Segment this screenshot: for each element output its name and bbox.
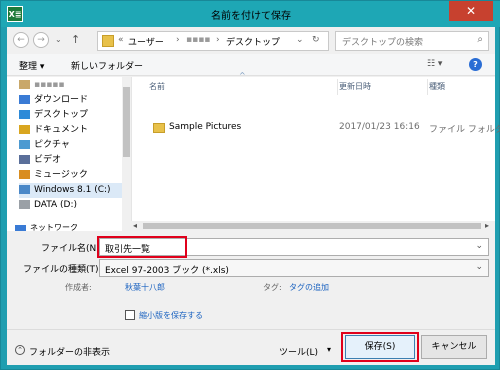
column-header-name[interactable]: 名前 xyxy=(149,81,165,92)
sidebar-item-pictures[interactable]: ピクチャ xyxy=(19,138,127,153)
file-name: Sample Pictures xyxy=(169,122,242,132)
sidebar-item-network[interactable]: ネットワーク xyxy=(15,224,123,232)
music-icon xyxy=(19,170,30,179)
folder-icon xyxy=(102,35,114,47)
filename-label: ファイル名(N): xyxy=(41,244,103,254)
chevron-down-icon[interactable]: ⌄ xyxy=(475,241,483,251)
up-button[interactable]: ↑ xyxy=(71,33,80,46)
breadcrumb-separator[interactable]: › xyxy=(176,35,180,45)
thumbnail-label[interactable]: 縮小版を保存する xyxy=(139,310,203,321)
sidebar-item-documents[interactable]: ドキュメント xyxy=(19,123,127,138)
forward-button[interactable]: → xyxy=(33,32,49,48)
column-header-modified[interactable]: 更新日時 xyxy=(339,81,371,92)
sidebar-item-desktop[interactable]: デスクトップ xyxy=(19,108,127,123)
scroll-left-icon[interactable]: ◂ xyxy=(133,221,137,230)
download-icon xyxy=(19,95,30,104)
tags-value[interactable]: タグの追加 xyxy=(289,282,329,293)
chevron-up-icon[interactable]: ⌃ xyxy=(15,345,25,355)
drive-icon xyxy=(19,200,30,209)
video-icon xyxy=(19,155,30,164)
close-button[interactable]: ✕ xyxy=(449,1,493,21)
file-type: ファイル フォルダー xyxy=(429,125,500,135)
user-folder-icon xyxy=(19,80,30,89)
desktop-icon xyxy=(19,110,30,119)
chevron-down-icon[interactable]: ⌄ xyxy=(55,35,62,44)
file-list-scrollbar-thumb[interactable] xyxy=(143,223,481,229)
new-folder-button[interactable]: 新しいフォルダー xyxy=(71,59,143,72)
filetype-select[interactable]: Excel 97-2003 ブック (*.xls) ⌄ xyxy=(99,259,489,277)
breadcrumb-username[interactable]: ▪▪▪▪ xyxy=(186,35,210,45)
file-modified: 2017/01/23 16:16 xyxy=(339,122,420,132)
breadcrumb-users[interactable]: ユーザー xyxy=(128,35,164,48)
scroll-right-icon[interactable]: ▸ xyxy=(485,221,489,230)
breadcrumb-separator[interactable]: › xyxy=(216,35,220,45)
network-icon xyxy=(15,224,26,231)
divider xyxy=(7,329,495,330)
dialog-body: ← → ⌄ ↑ « ユーザー › ▪▪▪▪ › デスクトップ ⌄ ↻ デスクトッ… xyxy=(7,27,500,365)
view-options-button[interactable]: ☷ ▾ xyxy=(427,59,442,69)
column-header-type[interactable]: 種類 xyxy=(429,81,445,92)
help-icon[interactable]: ? xyxy=(469,58,482,71)
sidebar-item-music[interactable]: ミュージック xyxy=(19,168,127,183)
chevron-down-icon[interactable]: ⌄ xyxy=(475,262,483,272)
search-icon[interactable]: ⌕ xyxy=(477,34,483,45)
refresh-icon[interactable]: ↻ xyxy=(312,35,320,45)
file-row[interactable]: Sample Pictures 2017/01/23 16:16 ファイル フォ… xyxy=(153,122,500,138)
author-label: 作成者: xyxy=(65,283,92,292)
document-icon xyxy=(19,125,30,134)
cancel-button[interactable]: キャンセル xyxy=(421,335,487,359)
address-bar[interactable]: « ユーザー › ▪▪▪▪ › デスクトップ ⌄ ↻ xyxy=(97,31,329,51)
address-dropdown-icon[interactable]: ⌄ xyxy=(296,35,304,45)
tools-button[interactable]: ツール(L) xyxy=(279,345,318,358)
organize-button[interactable]: 整理 ▾ xyxy=(19,59,44,72)
sidebar-item-drive-d[interactable]: DATA (D:) xyxy=(19,198,127,213)
file-list xyxy=(131,77,495,221)
highlight-save xyxy=(341,332,419,362)
sidebar-item-drive-c[interactable]: Windows 8.1 (C:) xyxy=(19,183,127,198)
sidebar-item-videos[interactable]: ビデオ xyxy=(19,153,127,168)
back-button[interactable]: ← xyxy=(13,32,29,48)
nav-scrollbar-thumb[interactable] xyxy=(123,87,130,157)
drive-icon xyxy=(19,185,30,194)
chevron-down-icon[interactable]: ▾ xyxy=(327,345,331,354)
breadcrumb-desktop[interactable]: デスクトップ xyxy=(226,35,280,48)
column-divider[interactable] xyxy=(337,79,338,95)
title-bar: X≣ 名前を付けて保存 ✕ xyxy=(1,1,500,27)
thumbnail-checkbox[interactable] xyxy=(125,310,135,320)
filetype-label: ファイルの種類(T): xyxy=(23,265,102,275)
search-input[interactable]: デスクトップの検索 ⌕ xyxy=(335,31,489,51)
author-value[interactable]: 秋葉十八郎 xyxy=(125,282,165,293)
tags-label: タグ: xyxy=(263,283,282,292)
toolbar: 整理 ▾ 新しいフォルダー ☷ ▾ ? xyxy=(7,54,495,76)
sidebar-item-user[interactable]: ▪▪▪▪▪ xyxy=(19,78,127,93)
dialog-title: 名前を付けて保存 xyxy=(211,11,291,22)
sort-indicator-icon: ^ xyxy=(239,71,246,80)
sidebar-item-downloads[interactable]: ダウンロード xyxy=(19,93,127,108)
hide-folders-button[interactable]: フォルダーの非表示 xyxy=(29,345,110,358)
search-placeholder: デスクトップの検索 xyxy=(342,38,424,48)
filetype-value: Excel 97-2003 ブック (*.xls) xyxy=(105,266,229,276)
save-dialog: X≣ 名前を付けて保存 ✕ ← → ⌄ ↑ « ユーザー › ▪▪▪▪ › デス… xyxy=(0,0,500,370)
folder-icon xyxy=(153,123,165,133)
breadcrumb-overflow[interactable]: « xyxy=(118,35,124,45)
highlight-filename xyxy=(97,236,187,258)
column-divider[interactable] xyxy=(427,79,428,95)
picture-icon xyxy=(19,140,30,149)
